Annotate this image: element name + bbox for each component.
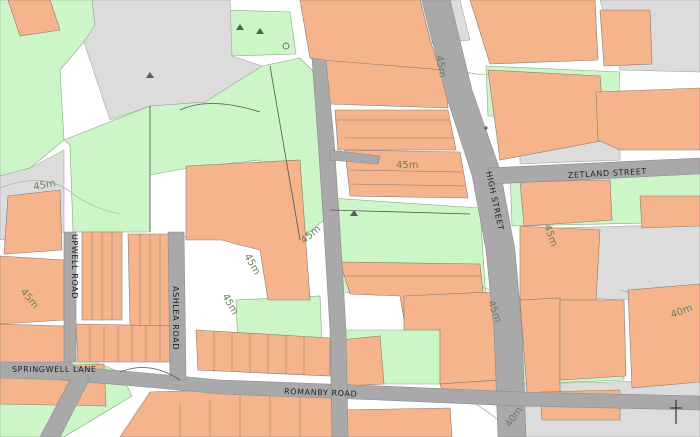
springwell-lane-label: SPRINGWELL LANE <box>12 365 97 374</box>
ashlea-road-label: ASHLEA ROAD <box>171 286 180 350</box>
contour-label: 45m <box>396 160 418 171</box>
upwell-road-label: UPWELL ROAD <box>70 234 79 299</box>
map-canvas[interactable]: HIGH STREET ZETLAND STREET ROMANBY ROAD … <box>0 0 700 437</box>
